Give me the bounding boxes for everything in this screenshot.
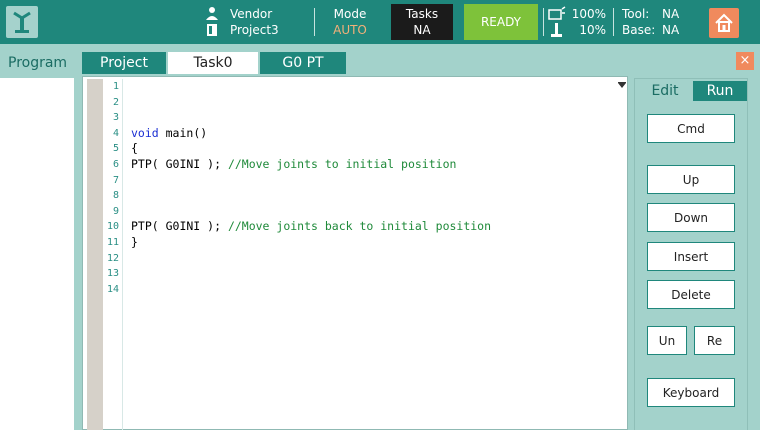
tasks-value: NA (413, 23, 431, 37)
speed-indicator[interactable]: 100% 10% (548, 6, 606, 38)
speed-gauge-icon (548, 6, 566, 20)
line-number: 2 (112, 96, 119, 108)
line-number: 10 (106, 221, 119, 233)
code-text: } (131, 234, 138, 249)
separator (543, 8, 544, 36)
close-tab-button[interactable]: × (736, 52, 754, 70)
user-project-info: Vendor Project3 (204, 6, 279, 38)
program-list-panel[interactable] (0, 76, 74, 430)
up-button[interactable]: Up (647, 165, 735, 194)
base-label: Base: (622, 23, 656, 37)
code-line[interactable] (131, 204, 611, 220)
line-number: 6 (112, 158, 119, 170)
code-line[interactable] (131, 95, 611, 111)
code-keyword: void (131, 125, 159, 140)
code-line[interactable] (131, 251, 611, 267)
code-line[interactable] (131, 188, 611, 204)
code-comment: //Move joints back to initial position (227, 219, 492, 234)
tab-project[interactable]: Project (82, 52, 166, 74)
robot-arm-logo-button[interactable] (6, 6, 38, 38)
editor-scrollbar[interactable] (617, 79, 627, 429)
edit-buttons-area: Cmd Up Down Insert Delete Un Re Keyboard (635, 101, 747, 430)
keyboard-button[interactable]: Keyboard (647, 378, 735, 407)
tool-label: Tool: (622, 7, 650, 21)
joint-speed-icon (551, 23, 562, 37)
speed-percent-2: 10% (579, 23, 606, 37)
mode-value: AUTO (333, 23, 367, 37)
tab-task0[interactable]: Task0 (168, 52, 258, 74)
user-icon (206, 7, 218, 20)
project-name: Project3 (230, 23, 279, 37)
line-number: 13 (106, 268, 119, 280)
line-number: 7 (112, 174, 119, 186)
code-line[interactable] (131, 79, 611, 95)
home-icon (715, 13, 733, 32)
ready-status-button[interactable]: READY (464, 4, 538, 40)
mode-indicator: Mode AUTO (322, 6, 378, 38)
mode-label: Mode (333, 7, 367, 21)
base-value: NA (662, 23, 680, 37)
line-number: 8 (112, 190, 119, 202)
code-line[interactable]: PTP( G0INI ); //Move joints back to init… (131, 219, 611, 235)
delete-button[interactable]: Delete (647, 280, 735, 309)
code-text: main() (158, 125, 208, 140)
cmd-button[interactable]: Cmd (647, 114, 735, 143)
code-text: PTP( G0INI ); (131, 219, 228, 234)
line-number: 4 (112, 127, 119, 139)
panel-border (74, 76, 82, 430)
user-name: Vendor (230, 7, 273, 21)
code-line[interactable] (131, 266, 611, 282)
edit-command-panel: Edit Run Cmd Up Down Insert Delete Un Re… (634, 78, 748, 430)
line-number: 5 (112, 143, 119, 155)
line-number: 3 (112, 112, 119, 124)
project-file-icon (207, 24, 217, 36)
speed-percent-1: 100% (571, 7, 606, 21)
tab-edit[interactable]: Edit (637, 81, 693, 101)
undo-button[interactable]: Un (647, 326, 687, 355)
tasks-indicator[interactable]: Tasks NA (391, 4, 453, 40)
home-button[interactable] (709, 8, 739, 38)
insert-button[interactable]: Insert (647, 242, 735, 271)
line-numbers: 1 2 3 4 5 6 7 8 9 10 11 12 13 14 (103, 79, 123, 430)
top-status-bar: Vendor Project3 Mode AUTO Tasks NA READY… (0, 0, 760, 44)
tasks-label: Tasks (405, 7, 439, 21)
code-line[interactable]: } (131, 235, 611, 251)
line-number: 9 (112, 205, 119, 217)
tab-program[interactable]: Program (0, 52, 74, 74)
separator (613, 8, 614, 36)
code-comment: //Move joints to initial position (227, 156, 457, 171)
code-line[interactable] (131, 282, 611, 298)
code-text: PTP( G0INI ); (131, 156, 228, 171)
line-number: 14 (106, 283, 119, 295)
separator (314, 8, 315, 36)
robot-arm-icon (13, 11, 31, 33)
editor-gutter (87, 79, 103, 430)
code-content[interactable]: void main(){PTP( G0INI ); //Move joints … (131, 79, 611, 297)
code-text: { (131, 141, 138, 156)
line-number: 1 (112, 81, 119, 92)
line-number: 11 (106, 236, 119, 248)
tool-base-info: Tool: NA Base: NA (622, 6, 679, 38)
line-number: 12 (106, 252, 119, 264)
code-line[interactable]: PTP( G0INI ); //Move joints to initial p… (131, 157, 611, 173)
tool-value: NA (662, 7, 680, 21)
down-button[interactable]: Down (647, 203, 735, 232)
code-line[interactable] (131, 173, 611, 189)
scroll-down-arrow-icon[interactable] (618, 83, 626, 88)
code-line[interactable]: { (131, 141, 611, 157)
code-editor[interactable]: 1 2 3 4 5 6 7 8 9 10 11 12 13 14 void main(){PTP( G0I… (82, 76, 628, 430)
redo-button[interactable]: Re (694, 326, 735, 355)
tab-run[interactable]: Run (693, 81, 747, 101)
tab-g0-pt[interactable]: G0 PT (260, 52, 346, 74)
code-line[interactable] (131, 110, 611, 126)
code-line[interactable]: void main() (131, 126, 611, 142)
